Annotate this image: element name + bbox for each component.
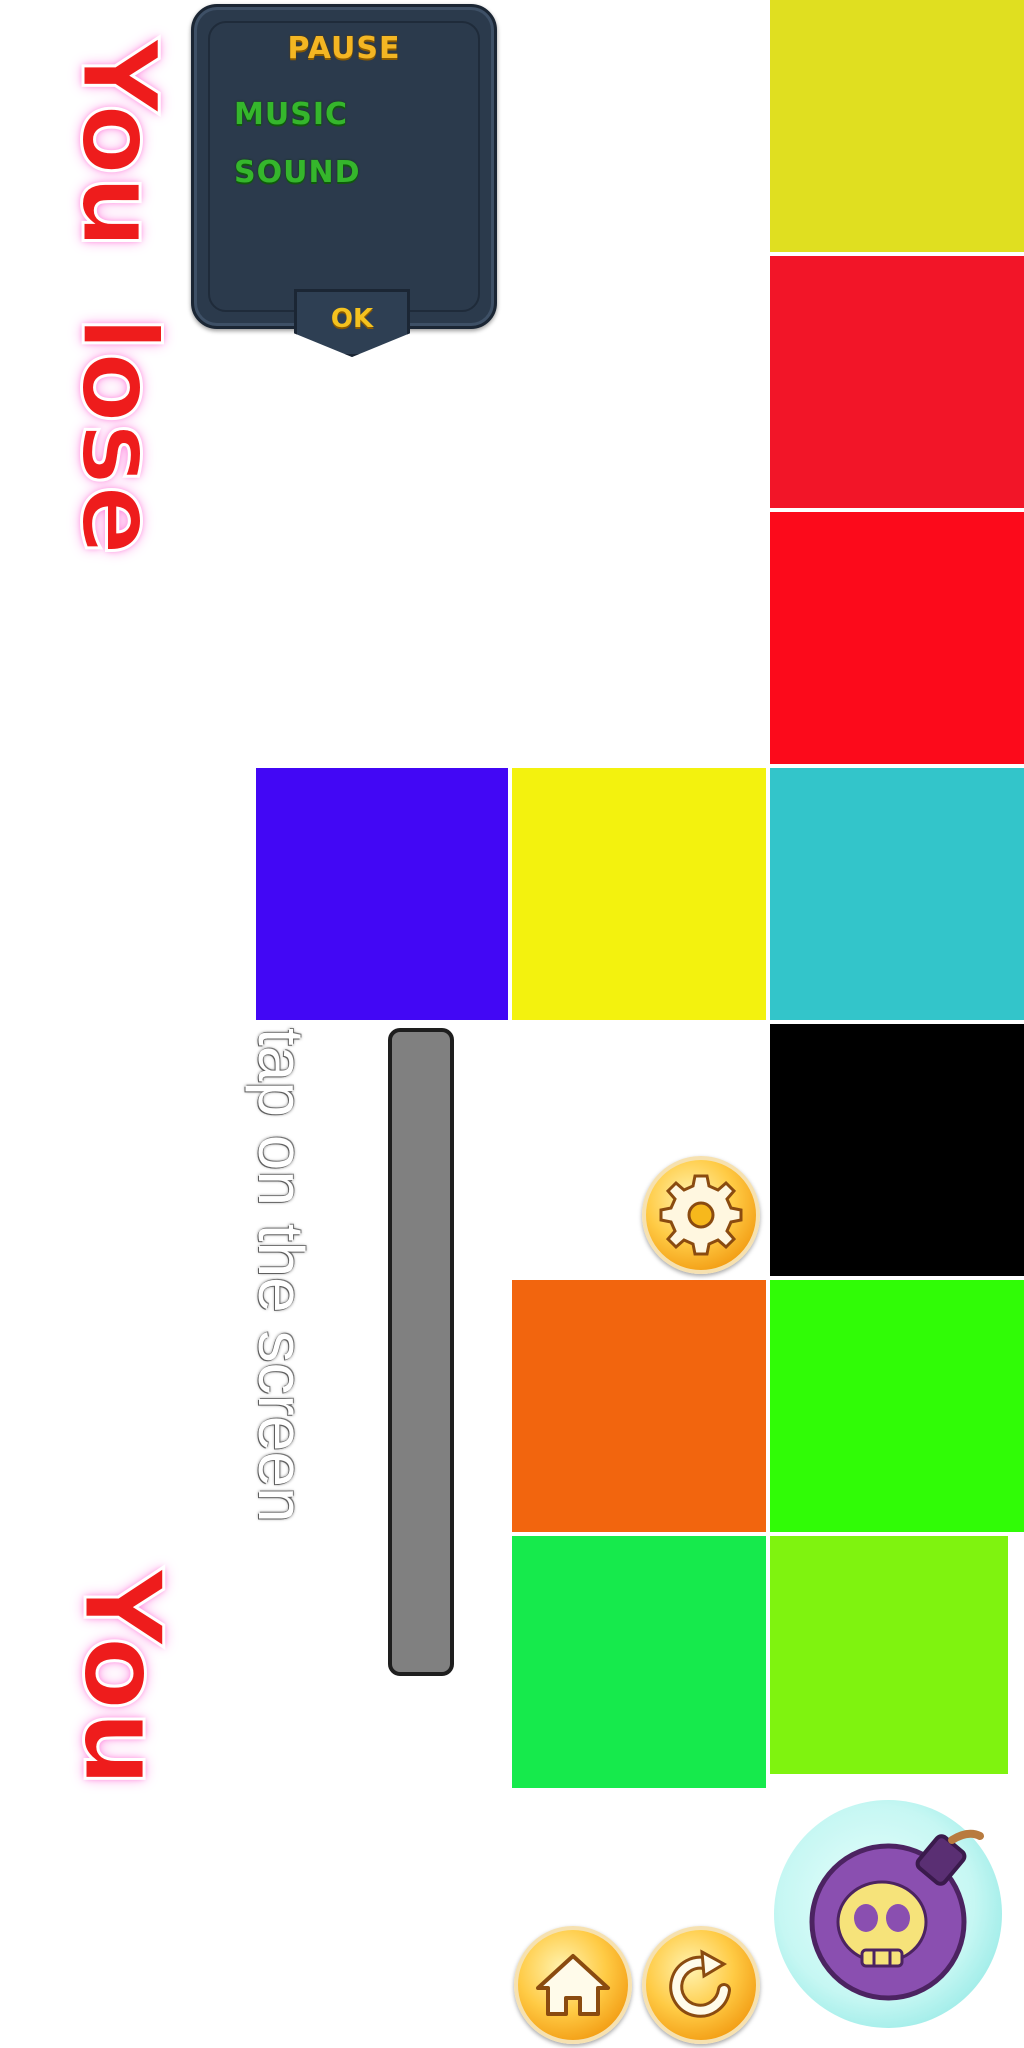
emerald-tile[interactable] (512, 1536, 766, 1788)
music-toggle[interactable]: MUSIC (234, 97, 348, 132)
gear-icon (659, 1174, 743, 1256)
ok-label: OK (330, 304, 374, 334)
cyan-tile[interactable] (770, 768, 1024, 1020)
ok-button[interactable]: OK (294, 289, 410, 357)
you-text-bottom: You (58, 1567, 186, 1789)
black-tile[interactable] (770, 1024, 1024, 1276)
tap-hint-text: tap on the screen (245, 1028, 317, 1523)
red-tile-2[interactable] (770, 512, 1024, 764)
bomb-bubble[interactable] (774, 1800, 1002, 2028)
orange-tile[interactable] (512, 1280, 766, 1532)
home-icon (536, 1954, 610, 2016)
skull-bomb-icon (809, 1829, 984, 2001)
pause-panel: PAUSE MUSIC SOUND OK (191, 4, 497, 357)
replay-icon (669, 1949, 731, 2018)
blue-tile[interactable] (256, 768, 508, 1020)
sound-toggle[interactable]: SOUND (234, 155, 360, 190)
progress-bar (388, 1028, 454, 1676)
yellow-tile-top[interactable] (770, 0, 1024, 252)
red-tile-1[interactable] (770, 256, 1024, 508)
yellow-tile[interactable] (512, 768, 766, 1020)
green-tile[interactable] (770, 1280, 1024, 1532)
you-text-top: You (57, 37, 182, 251)
pause-title: PAUSE (287, 31, 401, 66)
home-button[interactable] (514, 1926, 632, 2044)
lose-text: lose (57, 315, 182, 558)
settings-button[interactable] (642, 1156, 760, 1274)
replay-button[interactable] (642, 1926, 760, 2044)
lime-tile[interactable] (770, 1536, 1008, 1774)
